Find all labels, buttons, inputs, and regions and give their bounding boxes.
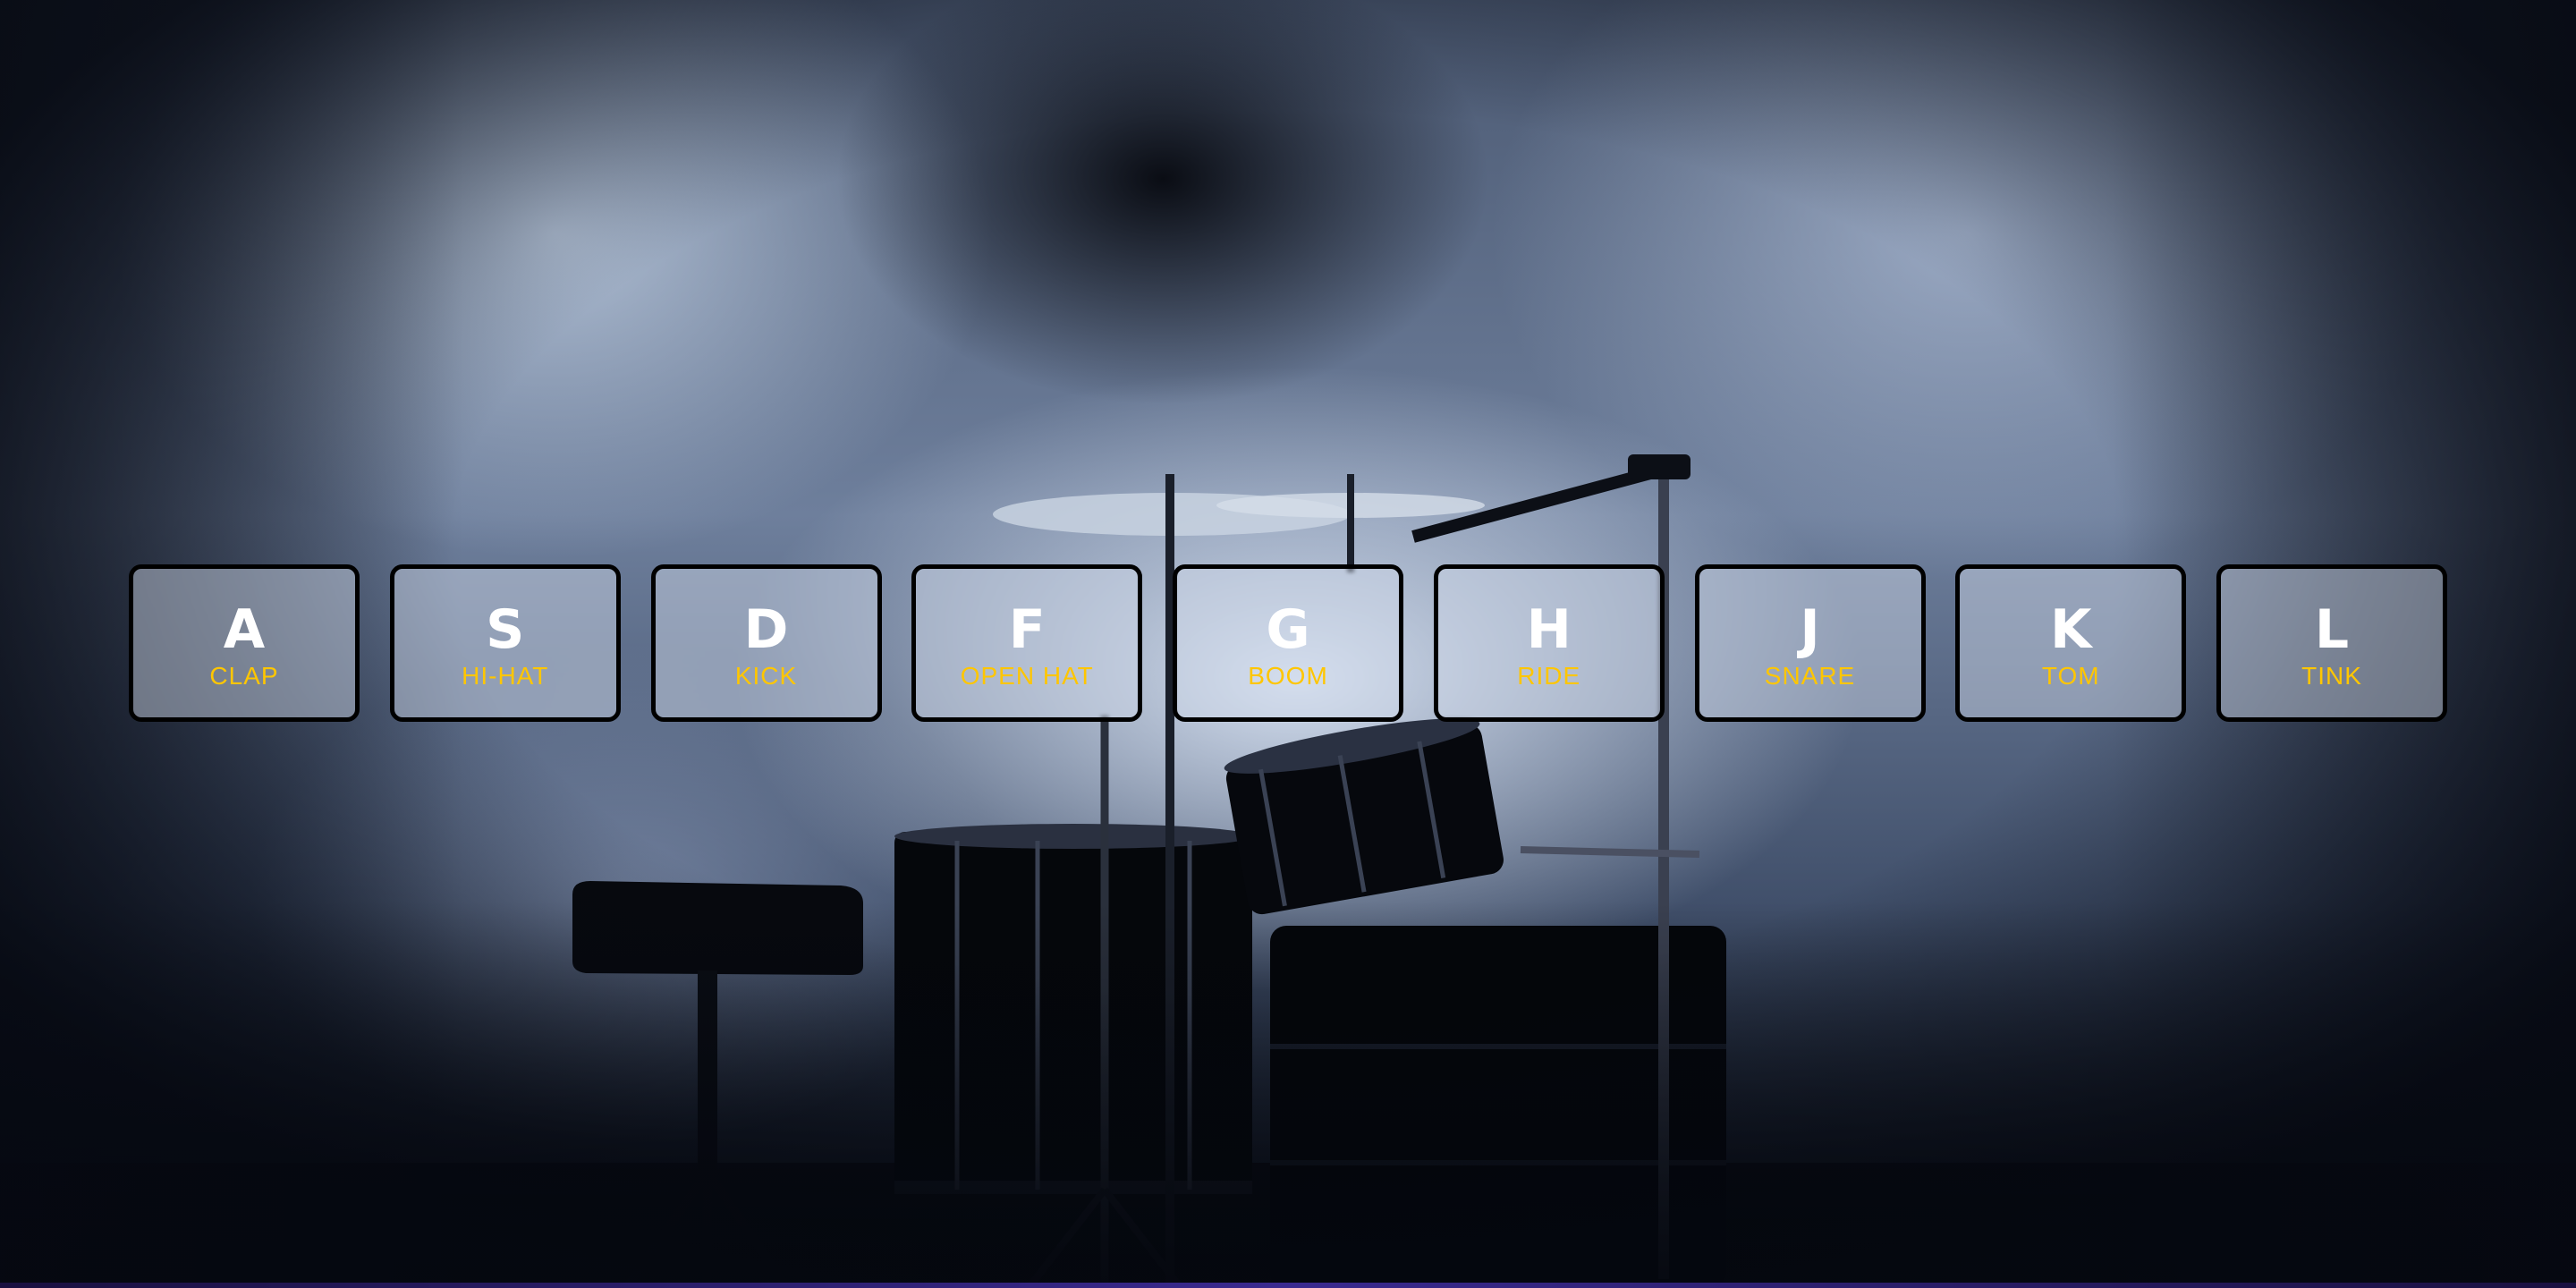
pad-sound-label: SNARE	[1764, 662, 1856, 690]
drum-pad-kick[interactable]: D KICK	[650, 564, 882, 722]
drum-pad-hi-hat[interactable]: S HI-HAT	[389, 564, 621, 722]
pad-key-label: K	[2050, 598, 2092, 661]
pad-key-label: H	[1526, 598, 1572, 661]
pad-key-label: J	[1800, 598, 1820, 661]
drum-pad-ride[interactable]: H RIDE	[1433, 564, 1665, 722]
drum-kit-app: A CLAP S HI-HAT D KICK F OPEN HAT G BOOM…	[0, 0, 2576, 1288]
pad-sound-label: RIDE	[1517, 662, 1581, 690]
pad-key-label: L	[2314, 598, 2350, 661]
pad-sound-label: TOM	[2041, 662, 2100, 690]
pad-sound-label: HI-HAT	[462, 662, 549, 690]
pad-key-label: G	[1266, 598, 1310, 661]
pad-key-label: A	[223, 598, 266, 661]
bottom-edge-bar	[0, 1283, 2576, 1288]
drum-pad-tom[interactable]: K TOM	[1955, 564, 2187, 722]
drum-pad-row: A CLAP S HI-HAT D KICK F OPEN HAT G BOOM…	[129, 564, 2447, 722]
drum-pad-snare[interactable]: J SNARE	[1694, 564, 1926, 722]
drum-pad-tink[interactable]: L TINK	[2216, 564, 2447, 722]
pad-key-label: F	[1008, 598, 1046, 661]
pad-key-label: S	[486, 598, 525, 661]
drum-pad-boom[interactable]: G BOOM	[1173, 564, 1403, 722]
pad-sound-label: BOOM	[1248, 662, 1328, 690]
pad-key-label: D	[743, 598, 789, 661]
drum-pad-open-hat[interactable]: F OPEN HAT	[911, 564, 1143, 722]
pad-sound-label: TINK	[2301, 662, 2362, 690]
drum-pad-clap[interactable]: A CLAP	[129, 564, 360, 722]
pad-sound-label: KICK	[734, 662, 798, 690]
pad-sound-label: OPEN HAT	[960, 662, 1094, 690]
pad-sound-label: CLAP	[209, 662, 279, 690]
